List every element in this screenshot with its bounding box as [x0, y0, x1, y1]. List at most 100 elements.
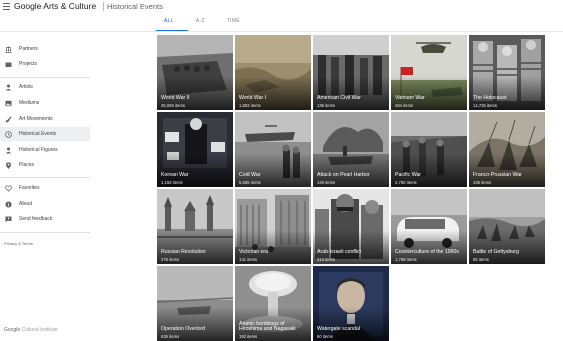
tile-count: 276 items [161, 257, 180, 262]
feedback-icon [5, 216, 12, 223]
tile-count: 1,193 items [161, 180, 183, 185]
event-tile-russian-revolution[interactable]: Russian Revolution 276 items [157, 189, 233, 264]
tile-title: Arab-Israeli conflict [317, 249, 362, 256]
sidebar-divider [0, 177, 90, 178]
sidebar-item-label: Mediums [19, 100, 40, 106]
tile-title: World War I [239, 95, 267, 102]
sidebar-item-label: Historical Figures [19, 147, 58, 153]
tile-title: Battle of Gettysburg [473, 249, 519, 256]
tile-title: Franco-Prussian War [473, 172, 522, 179]
tile-count: 131 items [239, 257, 258, 262]
event-tile-world-war-i[interactable]: World War I 1,863 items [235, 35, 311, 110]
top-bar: Google Arts & Culture Historical Events [0, 0, 563, 14]
sidebar-item-label: Projects [19, 61, 38, 67]
tile-title: World War II [161, 95, 190, 102]
person-icon [5, 84, 12, 91]
menu-icon[interactable] [3, 3, 10, 10]
footer-sub: Cultural Institute [21, 327, 58, 333]
page-title: Historical Events [107, 2, 163, 11]
tab-bar: ALL A-Z TIME [156, 14, 254, 31]
sidebar-item-label: Places [19, 162, 35, 168]
tile-title: Watergate scandal [317, 326, 361, 333]
sidebar-item-about[interactable]: About [0, 197, 90, 211]
event-tile-attack-on-pearl-harbor[interactable]: Attack on Pearl Harbor 129 items [313, 112, 389, 187]
footer-brand: Google [4, 327, 21, 333]
tile-count: 129 items [317, 180, 336, 185]
tile-title: Russian Revolution [161, 249, 206, 256]
sidebar-item-art-movements[interactable]: Art Movements [0, 112, 90, 126]
sidebar-item-send-feedback[interactable]: Send feedback [0, 212, 90, 226]
sidebar-item-projects[interactable]: Projects [0, 57, 90, 71]
tile-title: Korean War [161, 172, 189, 179]
tile-count: 484 items [395, 103, 414, 108]
tile-count: 36,065 items [161, 103, 185, 108]
event-tile-the-holocaust[interactable]: The Holocaust 14,735 items [469, 35, 545, 110]
event-tile-operation-overlord[interactable]: Operation Overlord 636 items [157, 266, 233, 341]
tile-title: Pacific War [395, 172, 422, 179]
sidebar-divider [0, 232, 90, 233]
sidebar-item-label: Art Movements [19, 116, 53, 122]
event-tile-world-war-ii[interactable]: World War II 36,065 items [157, 35, 233, 110]
event-tile-counterculture-of-the-1960s[interactable]: Counterculture of the 1960s 1,798 items [391, 189, 467, 264]
sidebar-item-partners[interactable]: Partners [0, 42, 90, 56]
tile-count: 1,798 items [395, 257, 417, 262]
sidebar-divider [0, 77, 90, 78]
sidebar-item-places[interactable]: Places [0, 158, 90, 172]
tile-title: Atomic bombings of Hiroshima and Nagasak… [239, 320, 296, 333]
event-tile-victorian-era[interactable]: Victorian era 131 items [235, 189, 311, 264]
event-tile-american-civil-war[interactable]: American Civil War 136 items [313, 35, 389, 110]
tile-title: Cold War [239, 172, 261, 179]
brand-logo[interactable]: Google Arts & Culture [14, 1, 96, 11]
person-icon [5, 147, 12, 154]
tile-title: The Holocaust [473, 95, 507, 102]
building-icon [5, 46, 12, 53]
sidebar-item-artists[interactable]: Artists [0, 80, 90, 94]
folder-icon [5, 61, 12, 68]
tab-all[interactable]: ALL [156, 14, 188, 31]
event-tile-battle-of-gettysburg[interactable]: Battle of Gettysburg 85 items [469, 189, 545, 264]
event-tile-watergate-scandal[interactable]: Watergate scandal 60 items [313, 266, 389, 341]
tile-title: American Civil War [317, 95, 361, 102]
sidebar-item-mediums[interactable]: Mediums [0, 96, 90, 110]
image-icon [5, 100, 12, 107]
sidebar-item-label: Send feedback [19, 216, 53, 222]
tile-title: Vietnam War [395, 95, 425, 102]
clock-icon [5, 130, 12, 138]
tile-count: 2,750 items [395, 180, 417, 185]
sidebar-item-historical-events[interactable]: Historical Events [0, 127, 90, 141]
sidebar-item-label: Partners [19, 46, 38, 52]
tile-count: 1,863 items [239, 103, 261, 108]
tile-title: Victorian era [239, 249, 269, 256]
info-icon [5, 201, 12, 208]
tile-title: Counterculture of the 1960s [395, 249, 460, 256]
event-tile-atomic-bombings-of-hiroshima-and-nagasaki[interactable]: Atomic bombings of Hiroshima and Nagasak… [235, 266, 311, 341]
tab-a-z[interactable]: A-Z [188, 14, 219, 31]
tile-title: Attack on Pearl Harbor [317, 172, 370, 179]
tile-count: 5,655 items [239, 180, 261, 185]
tile-count: 14,735 items [473, 103, 497, 108]
tile-count: 136 items [317, 103, 336, 108]
header-divider [103, 2, 104, 11]
event-tile-arab-israeli-conflict[interactable]: Arab-Israeli conflict 313 items [313, 189, 389, 264]
sidebar: Partners Projects Artists Mediums Art Mo… [0, 32, 90, 338]
tile-count: 192 items [239, 334, 258, 339]
heart-icon [5, 184, 12, 192]
tab-time[interactable]: TIME [219, 14, 254, 31]
sidebar-item-label: About [19, 201, 33, 207]
brand-text: Google Arts & Culture [14, 1, 97, 11]
privacy-link[interactable]: Privacy & Terms [4, 241, 33, 246]
event-tile-pacific-war[interactable]: Pacific War 2,750 items [391, 112, 467, 187]
sidebar-item-historical-figures[interactable]: Historical Figures [0, 143, 90, 157]
footer-logo: Google Cultural Institute [4, 327, 58, 333]
sidebar-item-label: Artists [19, 84, 33, 90]
tile-count: 436 items [473, 180, 492, 185]
event-tile-korean-war[interactable]: Korean War 1,193 items [157, 112, 233, 187]
event-tile-franco-prussian-war[interactable]: Franco-Prussian War 436 items [469, 112, 545, 187]
tile-count: 85 items [473, 257, 489, 262]
event-tile-cold-war[interactable]: Cold War 5,655 items [235, 112, 311, 187]
event-tile-vietnam-war[interactable]: Vietnam War 484 items [391, 35, 467, 110]
sidebar-item-label: Favorites [19, 185, 40, 191]
sidebar-item-favorites[interactable]: Favorites [0, 181, 90, 195]
tile-title: Operation Overlord [161, 326, 206, 333]
tile-count: 636 items [161, 334, 180, 339]
